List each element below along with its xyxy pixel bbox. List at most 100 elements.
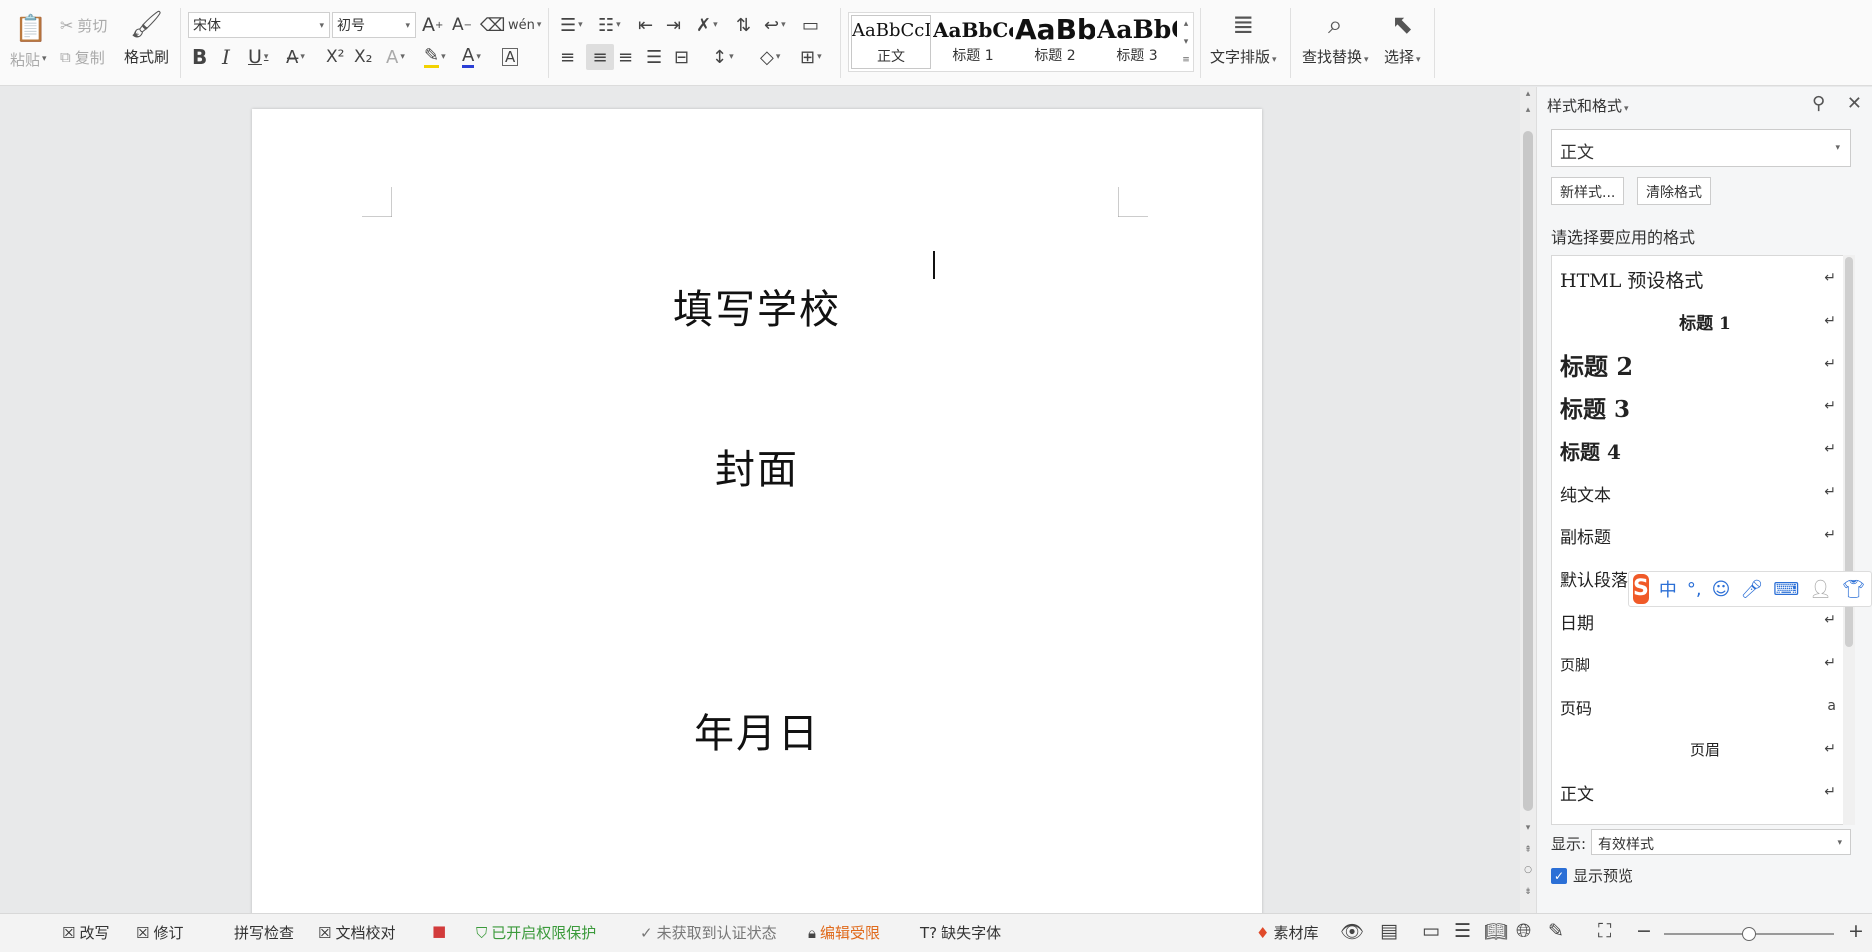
current-style-combo[interactable]: 正文 ▾ xyxy=(1551,129,1851,167)
clear-format-button[interactable]: 清除格式 xyxy=(1637,177,1711,205)
bold-button[interactable]: B xyxy=(192,44,207,70)
new-style-button[interactable]: 新样式... xyxy=(1551,177,1625,205)
zoom-in-icon[interactable]: + xyxy=(1848,920,1864,942)
ime-mode-toggle[interactable]: 中 xyxy=(1659,576,1677,602)
font-color-button[interactable]: A ▾ xyxy=(462,44,481,70)
punctuation-icon[interactable]: °, xyxy=(1687,579,1702,600)
overwrite-toggle[interactable]: ☒ 改写 xyxy=(62,922,109,943)
proofread-button[interactable]: ☒ 文档校对 xyxy=(318,922,395,943)
ime-toolbar[interactable]: S 中 °, ☺ 🎤︎ ⌨ 👤︎ 👕︎ ▦ xyxy=(1628,571,1872,607)
page-view-icon[interactable]: ▭ xyxy=(1422,920,1440,942)
subscript-button[interactable]: X₂ xyxy=(354,44,372,70)
highlight-icon[interactable]: ✎ ▾ xyxy=(424,44,446,70)
doc-cover-line[interactable]: 封面 xyxy=(252,437,1262,495)
select-button[interactable]: ⬉ 选择 ▾ xyxy=(1384,8,1421,67)
align-left-icon[interactable]: ≡ xyxy=(560,44,575,70)
doc-date-line[interactable]: 年月日 xyxy=(252,701,1262,759)
spell-check-button[interactable]: 拼写检查 xyxy=(234,922,294,943)
borders-icon[interactable]: ⊞ ▾ xyxy=(800,44,822,70)
missing-font-button[interactable]: T? 缺失字体 xyxy=(920,922,1001,943)
copy-button[interactable]: ⧉ 复制 xyxy=(60,44,105,70)
paste-icon[interactable]: 📋 xyxy=(14,12,48,46)
style-list-item[interactable]: 纯文本 ↵ xyxy=(1552,472,1850,514)
pen-icon[interactable]: ✎ xyxy=(1548,920,1564,942)
style-heading-1[interactable]: AaBbCcI 标题 1 xyxy=(933,15,1013,69)
show-preview-checkbox[interactable]: ✓ 显示预览 xyxy=(1551,865,1633,886)
pinyin-guide-icon[interactable]: wén ▾ xyxy=(508,12,541,38)
keyboard-icon[interactable]: ⌨ xyxy=(1773,579,1799,600)
user-icon[interactable]: 👤︎ xyxy=(1809,579,1832,600)
align-center-icon[interactable]: ≡ xyxy=(586,44,614,70)
eye-protection-icon[interactable]: 👁︎ xyxy=(1340,920,1364,943)
style-list-item[interactable]: HTML 预设格式 ↵ xyxy=(1552,258,1850,300)
strikethrough-icon[interactable]: A̶ ▾ xyxy=(286,44,305,70)
cut-button[interactable]: ✂ 剪切 xyxy=(60,12,107,38)
numbered-list-icon[interactable]: ☷ ▾ xyxy=(598,12,621,38)
text-effect-icon[interactable]: A ▾ xyxy=(386,44,405,70)
show-combo[interactable]: 有效样式 ▾ xyxy=(1591,829,1851,855)
skin-icon[interactable]: 👕︎ xyxy=(1842,579,1865,600)
close-icon[interactable]: ✕ xyxy=(1847,93,1862,114)
style-list-item[interactable]: 页脚 ↵ xyxy=(1552,643,1850,685)
material-library-button[interactable]: ♦ 素材库 xyxy=(1256,922,1318,943)
style-list-item[interactable]: 页眉 ↵ xyxy=(1552,729,1850,771)
style-list-scrollbar[interactable] xyxy=(1843,255,1855,825)
style-list-item[interactable]: 副标题 ↵ xyxy=(1552,515,1850,557)
styles-scroll[interactable]: ▴ ▾ ≡ xyxy=(1179,15,1193,69)
decrease-indent-icon[interactable]: ⇤ xyxy=(638,12,653,38)
line-spacing-icon[interactable]: ↕ ▾ xyxy=(712,44,734,70)
style-heading-2[interactable]: AaBb( 标题 2 xyxy=(1015,15,1095,69)
chinese-layout-icon[interactable]: ✗ ▾ xyxy=(696,12,718,38)
pin-icon[interactable]: ⚲ xyxy=(1812,93,1825,114)
ruler-icon[interactable]: ▭ xyxy=(802,12,819,38)
clear-format-icon[interactable]: ⌫ xyxy=(480,12,505,38)
record-macro-icon[interactable]: ■ xyxy=(432,922,446,940)
align-right-icon[interactable]: ≡ xyxy=(618,44,633,70)
style-normal[interactable]: AaBbCcDd 正文 xyxy=(851,15,931,69)
char-border-button[interactable]: A xyxy=(502,44,519,70)
web-view-icon[interactable]: 🌐︎ xyxy=(1516,920,1531,942)
certification-status[interactable]: ✓ 未获取到认证状态 xyxy=(640,922,777,943)
find-replace-button[interactable]: ⌕ 查找替换 ▾ xyxy=(1302,8,1369,67)
format-painter-button[interactable]: 🖌 格式刷 xyxy=(124,8,169,67)
shrink-font-icon[interactable]: A − xyxy=(452,12,472,38)
sort-icon[interactable]: ⇅ xyxy=(736,12,751,38)
superscript-button[interactable]: X² xyxy=(326,44,344,70)
microphone-icon[interactable]: 🎤︎ xyxy=(1740,579,1763,600)
document-area[interactable]: 填写学校 封面 年月日 xyxy=(0,87,1520,913)
document-page[interactable]: 填写学校 封面 年月日 xyxy=(252,109,1262,913)
permission-status[interactable]: ⛉ 已开启权限保护 xyxy=(476,922,596,943)
text-layout-button[interactable]: ≣ 文字排版 ▾ xyxy=(1210,8,1277,67)
style-heading-3[interactable]: AaBbC 标题 3 xyxy=(1097,15,1177,69)
doc-school-line[interactable]: 填写学校 xyxy=(252,277,1262,335)
style-list-item[interactable]: 标题 2 ↵ xyxy=(1552,344,1850,386)
style-list-item[interactable]: 标题 3 ↵ xyxy=(1552,386,1850,428)
outline-view-icon[interactable]: ▤ xyxy=(1380,920,1398,942)
increase-indent-icon[interactable]: ⇥ xyxy=(666,12,681,38)
font-name-combo[interactable]: 宋体 ▾ xyxy=(188,12,330,38)
emoji-icon[interactable]: ☺ xyxy=(1712,579,1731,600)
paste-button[interactable]: 粘贴 ▾ xyxy=(10,46,47,72)
grow-font-icon[interactable]: A + xyxy=(422,12,443,38)
italic-button[interactable]: I xyxy=(222,44,230,70)
fit-page-icon[interactable]: ⛶ xyxy=(1598,920,1611,942)
style-list-item[interactable]: 页码 a xyxy=(1552,686,1850,728)
zoom-slider-thumb[interactable] xyxy=(1742,927,1756,941)
list-view-icon[interactable]: ☰ xyxy=(1454,920,1471,942)
edit-limited-status[interactable]: 🔒︎ 编辑受限 xyxy=(808,922,880,943)
show-marks-icon[interactable]: ↩ ▾ xyxy=(764,12,786,38)
document-scrollbar[interactable]: ▴ ▴ ▾ ⇞ ○ ⇟ xyxy=(1520,87,1536,913)
distribute-icon[interactable]: ⊟ xyxy=(674,44,689,70)
scrollbar-thumb[interactable] xyxy=(1523,131,1533,811)
styles-pane-title[interactable]: 样式和格式 ▾ xyxy=(1547,95,1629,116)
shading-icon[interactable]: ◇ ▾ xyxy=(760,44,780,70)
style-list-item[interactable]: 标题 1 ↵ xyxy=(1552,301,1850,343)
bullet-list-icon[interactable]: ☰ ▾ xyxy=(560,12,583,38)
justify-icon[interactable]: ☰ xyxy=(646,44,662,70)
font-size-combo[interactable]: 初号 ▾ xyxy=(332,12,416,38)
revise-toggle[interactable]: ☒ 修订 xyxy=(136,922,183,943)
style-list-item[interactable]: 标题 4 ↵ xyxy=(1552,429,1850,471)
underline-button[interactable]: U ▾ xyxy=(248,44,268,70)
style-list-item[interactable]: 正文 ↵ xyxy=(1552,772,1850,814)
zoom-out-icon[interactable]: − xyxy=(1636,920,1652,942)
